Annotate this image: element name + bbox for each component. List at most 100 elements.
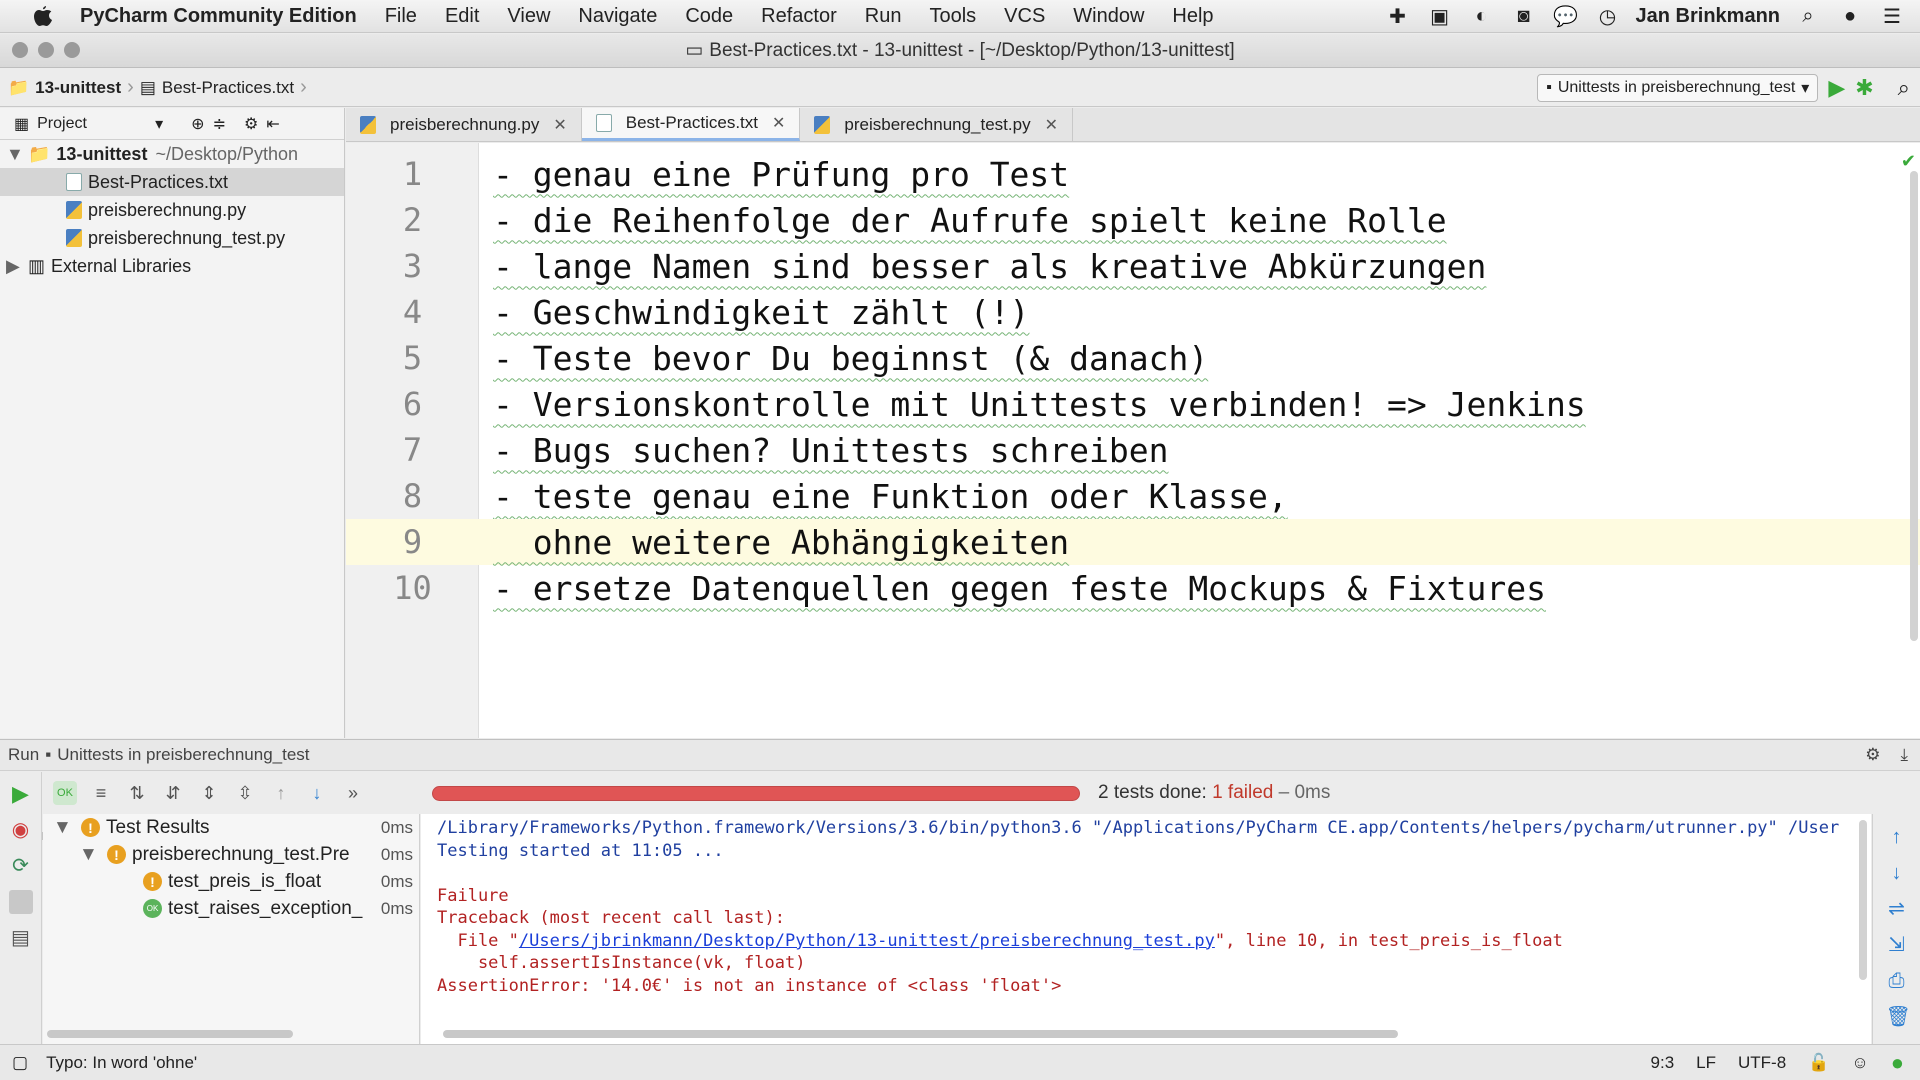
scroll-down-icon[interactable]: ↓ bbox=[1886, 862, 1908, 884]
breadcrumb-project[interactable]: 13-unittest bbox=[35, 78, 121, 98]
collapse-all-icon[interactable]: ≑ bbox=[213, 114, 226, 134]
show-passed-icon[interactable]: OK bbox=[53, 781, 77, 805]
menu-refactor[interactable]: Refactor bbox=[747, 5, 851, 28]
puzzle-icon[interactable]: ✚ bbox=[1384, 2, 1412, 30]
test-tree-horizontal-scrollbar[interactable] bbox=[47, 1030, 293, 1038]
time-machine-icon[interactable]: ◷ bbox=[1594, 2, 1622, 30]
expand-arrow-icon[interactable]: ▼ bbox=[53, 817, 81, 839]
tab-preisberechnung-test[interactable]: preisberechnung_test.py ✕ bbox=[800, 108, 1073, 141]
tree-external-libraries[interactable]: ▶ ▥ External Libraries bbox=[0, 252, 344, 280]
tool-windows-icon[interactable]: ▢ bbox=[12, 1053, 28, 1073]
test-suite-row[interactable]: ▼ ! preisberechnung_test.Pre 0ms bbox=[43, 841, 419, 868]
editor-line[interactable]: 5 - Teste bevor Du beginnst (& danach) bbox=[346, 335, 1920, 381]
run-panel-config[interactable]: Unittests in preisberechnung_test bbox=[57, 745, 309, 765]
camera-icon[interactable]: ◙ bbox=[1510, 2, 1538, 30]
menu-tools[interactable]: Tools bbox=[915, 5, 990, 28]
chevron-down-icon[interactable]: ▾ bbox=[155, 114, 163, 134]
previous-failed-icon[interactable]: ↑ bbox=[269, 781, 293, 805]
gear-icon[interactable]: ⚙ bbox=[244, 114, 258, 134]
hide-panel-icon[interactable]: ⇤ bbox=[266, 114, 279, 134]
scroll-up-icon[interactable]: ↑ bbox=[1886, 826, 1908, 848]
editor-line[interactable]: 2 - die Reihenfolge der Aufrufe spielt ke… bbox=[346, 197, 1920, 243]
breadcrumb-file[interactable]: Best-Practices.txt bbox=[162, 78, 294, 98]
close-window-button[interactable] bbox=[12, 42, 28, 58]
editor-line-current[interactable]: 9 ohne weitere Abhängigkeiten bbox=[346, 519, 1920, 565]
show-ignored-icon[interactable]: ≡ bbox=[89, 781, 113, 805]
search-icon[interactable]: ⌕ bbox=[1794, 2, 1822, 30]
menu-run[interactable]: Run bbox=[851, 5, 916, 28]
editor-line[interactable]: 7 - Bugs suchen? Unittests schreiben bbox=[346, 427, 1920, 473]
rerun-icon[interactable]: ▶ bbox=[9, 782, 33, 806]
console-vertical-scrollbar[interactable] bbox=[1859, 820, 1867, 980]
lock-icon[interactable]: 🔓 bbox=[1808, 1053, 1829, 1073]
test-row-failed[interactable]: ! test_preis_is_float 0ms bbox=[43, 868, 419, 895]
editor[interactable]: 1 - genau eine Prüfung pro Test 2 - die Re… bbox=[346, 143, 1920, 738]
run-icon[interactable]: ▶ bbox=[1828, 75, 1845, 101]
inspector-icon[interactable]: ☺ bbox=[1851, 1053, 1868, 1073]
console-horizontal-scrollbar[interactable] bbox=[443, 1030, 1398, 1038]
editor-line[interactable]: 6 - Versionskontrolle mit Unittests verbi… bbox=[346, 381, 1920, 427]
layout-icon[interactable]: ▤ bbox=[9, 926, 33, 950]
file-encoding[interactable]: UTF-8 bbox=[1738, 1053, 1786, 1073]
locate-icon[interactable]: ⊕ bbox=[191, 114, 204, 134]
close-tab-icon[interactable]: ✕ bbox=[553, 115, 566, 135]
editor-line[interactable]: 4 - Geschwindigkeit zählt (!) bbox=[346, 289, 1920, 335]
expand-arrow-icon[interactable]: ▼ bbox=[6, 144, 28, 165]
stop-icon[interactable] bbox=[8, 890, 33, 914]
run-config-select[interactable]: ▪ Unittests in preisberechnung_test ▾ bbox=[1537, 73, 1819, 102]
menu-file[interactable]: File bbox=[371, 5, 431, 28]
traceback-file-link[interactable]: /Users/jbrinkmann/Desktop/Python/13-unit… bbox=[519, 931, 1215, 951]
apple-icon[interactable] bbox=[28, 1, 58, 31]
clear-all-icon[interactable]: 🗑 bbox=[1886, 1006, 1911, 1028]
more-icon[interactable]: » bbox=[341, 781, 365, 805]
menu-view[interactable]: View bbox=[493, 5, 564, 28]
menu-window[interactable]: Window bbox=[1059, 5, 1158, 28]
line-separator[interactable]: LF bbox=[1696, 1053, 1716, 1073]
minimize-window-button[interactable] bbox=[38, 42, 54, 58]
menu-edit[interactable]: Edit bbox=[431, 5, 493, 28]
moon-icon[interactable]: ◐ bbox=[1468, 2, 1496, 30]
soft-wrap-icon[interactable]: ⇌ bbox=[1886, 898, 1908, 920]
gear-icon[interactable]: ⚙ bbox=[1865, 745, 1880, 765]
editor-line[interactable]: 1 - genau eine Prüfung pro Test bbox=[346, 151, 1920, 197]
screen-recorder-icon[interactable]: ▣ bbox=[1426, 2, 1454, 30]
tree-file-best-practices[interactable]: Best-Practices.txt bbox=[0, 168, 344, 196]
menu-navigate[interactable]: Navigate bbox=[564, 5, 671, 28]
test-row-passed[interactable]: OK test_raises_exception_ 0ms bbox=[43, 895, 419, 922]
app-menu[interactable]: PyCharm Community Edition bbox=[80, 5, 357, 28]
tab-best-practices[interactable]: Best-Practices.txt ✕ bbox=[581, 108, 801, 141]
editor-line[interactable]: 10 - ersetze Datenquellen gegen feste Moc… bbox=[346, 565, 1920, 611]
editor-line[interactable]: 8 - teste genau eine Funktion oder Klasse… bbox=[346, 473, 1920, 519]
tree-file-preisberechnung-test[interactable]: preisberechnung_test.py bbox=[0, 224, 344, 252]
rerun-failed-icon[interactable]: ◉ bbox=[9, 818, 33, 842]
close-tab-icon[interactable]: ✕ bbox=[1045, 115, 1058, 135]
collapse-all-icon[interactable]: ⇳ bbox=[233, 781, 257, 805]
editor-vertical-scrollbar[interactable] bbox=[1910, 171, 1918, 641]
expand-all-icon[interactable]: ⇕ bbox=[197, 781, 221, 805]
menu-help[interactable]: Help bbox=[1158, 5, 1227, 28]
event-log-icon[interactable]: ● bbox=[1891, 1050, 1904, 1076]
expand-arrow-icon[interactable]: ▼ bbox=[79, 844, 107, 866]
toggle-auto-test-icon[interactable]: ⟳ bbox=[9, 854, 33, 878]
editor-line[interactable]: 3 - lange Namen sind besser als kreative … bbox=[346, 243, 1920, 289]
next-failed-icon[interactable]: ↓ bbox=[305, 781, 329, 805]
project-view-select[interactable]: Project bbox=[37, 115, 147, 133]
debug-icon[interactable]: ✱ bbox=[1855, 75, 1873, 101]
notification-center-icon[interactable]: ☰ bbox=[1878, 2, 1906, 30]
menu-vcs[interactable]: VCS bbox=[990, 5, 1059, 28]
expand-arrow-icon[interactable]: ▶ bbox=[6, 256, 28, 277]
hide-panel-icon[interactable]: ⤓ bbox=[1900, 745, 1908, 765]
caret-position[interactable]: 9:3 bbox=[1651, 1053, 1675, 1073]
search-everywhere-icon[interactable]: ⌕ bbox=[1898, 75, 1910, 101]
print-icon[interactable]: ⎙ bbox=[1886, 970, 1908, 992]
test-results-root[interactable]: ▼ ! Test Results 0ms bbox=[43, 814, 419, 841]
zoom-window-button[interactable] bbox=[64, 42, 80, 58]
menu-code[interactable]: Code bbox=[671, 5, 747, 28]
tab-preisberechnung[interactable]: preisberechnung.py ✕ bbox=[346, 108, 582, 141]
console-output[interactable]: /Library/Frameworks/Python.framework/Ver… bbox=[421, 814, 1871, 1044]
tree-root[interactable]: ▼ 📁 13-unittest ~/Desktop/Python bbox=[0, 140, 344, 168]
user-name[interactable]: Jan Brinkmann bbox=[1636, 5, 1780, 28]
chat-icon[interactable]: 💬 bbox=[1552, 2, 1580, 30]
inspection-ok-icon[interactable]: ✔ bbox=[1901, 151, 1916, 172]
siri-icon[interactable]: ● bbox=[1836, 2, 1864, 30]
